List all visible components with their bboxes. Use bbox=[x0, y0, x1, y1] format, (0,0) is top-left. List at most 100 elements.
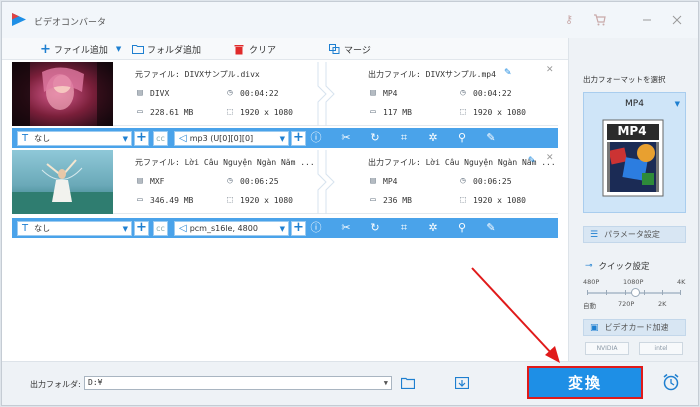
quality-slider-knob[interactable] bbox=[631, 288, 640, 297]
output-size: ▭ 236 MB bbox=[368, 195, 412, 205]
clock-icon: ◷ bbox=[227, 88, 233, 98]
folder-icon: ▭ bbox=[137, 107, 143, 117]
output-folder-field[interactable]: D:¥ ▼ bbox=[84, 376, 392, 390]
close-icon[interactable] bbox=[670, 13, 684, 27]
info-icon[interactable]: ⓘ bbox=[309, 221, 323, 235]
format-selector[interactable]: MP4 ▼ MP4 bbox=[583, 92, 686, 213]
cart-icon[interactable] bbox=[593, 13, 607, 27]
subtitle-select[interactable]: T なし ▼ bbox=[17, 131, 132, 146]
audio-track-select[interactable]: ◁ pcm_s16le, 4800 ▼ bbox=[174, 221, 289, 236]
source-duration: ◷ 00:04:22 bbox=[225, 88, 278, 98]
output-duration: ◷ 00:04:22 bbox=[458, 88, 511, 98]
effect-icon[interactable]: ✲ bbox=[426, 221, 440, 235]
add-audio-button[interactable]: + bbox=[291, 131, 306, 146]
chevron-down-icon: ▼ bbox=[279, 225, 285, 233]
edit-toolbar: T なし ▼ + cc ◁ mp3 (U[0][0][0] ▼ + ⓘ ✂ ↻ … bbox=[12, 128, 558, 148]
cut-icon[interactable]: ✂ bbox=[339, 131, 353, 145]
quality-label: 2K bbox=[658, 300, 667, 308]
quality-label: 1080P bbox=[623, 278, 644, 286]
edit-icon[interactable]: ✎ bbox=[484, 221, 498, 235]
watermark-icon[interactable]: ⚲ bbox=[455, 221, 469, 235]
folder-icon: ▭ bbox=[137, 195, 143, 205]
output-resolution: ⬚ 1920 x 1080 bbox=[458, 107, 526, 117]
app-logo-icon bbox=[12, 13, 26, 26]
quality-label: 720P bbox=[618, 300, 635, 308]
audio-track-select[interactable]: ◁ mp3 (U[0][0][0] ▼ bbox=[174, 131, 289, 146]
merge-output-icon[interactable] bbox=[455, 377, 469, 389]
clear-button[interactable]: クリア bbox=[234, 42, 276, 56]
list-item[interactable]: 元ファイル: DIVXサンプル.divx ▤ DIVX ◷ 00:04:22 ▭ 22… bbox=[12, 62, 558, 126]
clock-icon: ◷ bbox=[227, 176, 233, 186]
output-format: ▤ MP4 bbox=[368, 176, 397, 186]
quality-label: 自動 bbox=[583, 302, 596, 310]
output-folder-label: 出力フォルダ: bbox=[30, 380, 81, 389]
edit-icon[interactable]: ✎ bbox=[484, 131, 498, 145]
info-icon[interactable]: ⓘ bbox=[309, 131, 323, 145]
video-format-icon: ▤ bbox=[137, 176, 143, 186]
settings-icon: ☰ bbox=[590, 229, 599, 240]
quality-label: 480P bbox=[583, 278, 600, 286]
key-icon[interactable]: ⚷ bbox=[562, 13, 576, 27]
output-resolution: ⬚ 1920 x 1080 bbox=[458, 195, 526, 205]
add-file-button[interactable]: + ファイル追加 ▼ bbox=[40, 41, 121, 57]
cut-icon[interactable]: ✂ bbox=[339, 221, 353, 235]
add-subtitle-button[interactable]: + bbox=[134, 221, 149, 236]
edit-name-icon[interactable]: ✎ bbox=[528, 156, 536, 166]
resolution-icon: ⬚ bbox=[460, 107, 466, 117]
nvidia-badge[interactable]: NVIDIA bbox=[585, 342, 629, 355]
open-folder-icon[interactable] bbox=[401, 377, 415, 389]
arrow-separator-icon bbox=[317, 150, 335, 214]
remove-item-icon[interactable]: ✕ bbox=[546, 153, 554, 163]
remove-item-icon[interactable]: ✕ bbox=[546, 65, 554, 75]
source-format: ▤ DIVX bbox=[135, 88, 169, 98]
app-window: ビデオコンバータ ⚷ + ファイル追加 ▼ フォルダ追加 クリア マージ 元ファ… bbox=[1, 1, 699, 406]
intel-badge[interactable]: intel bbox=[639, 342, 683, 355]
gpu-acceleration-button[interactable]: ▣ ビデオカード加速 bbox=[583, 319, 686, 336]
quick-settings-label: ⊸ クイック設定 bbox=[585, 261, 650, 272]
convert-button[interactable]: 変換 bbox=[527, 366, 643, 399]
merge-button[interactable]: マージ bbox=[329, 42, 371, 56]
folder-icon: ▭ bbox=[370, 195, 376, 205]
rotate-icon[interactable]: ↻ bbox=[368, 131, 382, 145]
bottom-bar: 出力フォルダ: D:¥ ▼ 変換 bbox=[2, 361, 698, 405]
source-size: ▭ 346.49 MB bbox=[135, 195, 193, 205]
trash-icon bbox=[234, 44, 244, 54]
source-file-label: 元ファイル: DIVXサンプル.divx bbox=[135, 70, 260, 79]
add-folder-button[interactable]: フォルダ追加 bbox=[132, 42, 201, 56]
chevron-down-icon: ▼ bbox=[122, 135, 128, 143]
chevron-down-icon[interactable]: ▼ bbox=[384, 377, 388, 389]
rotate-icon[interactable]: ↻ bbox=[368, 221, 382, 235]
add-subtitle-button[interactable]: + bbox=[134, 131, 149, 146]
watermark-icon[interactable]: ⚲ bbox=[455, 131, 469, 145]
chevron-down-icon: ▼ bbox=[279, 135, 285, 143]
mp4-thumbnail-label: MP4 bbox=[617, 124, 647, 138]
app-title: ビデオコンバータ bbox=[34, 18, 107, 28]
select-format-title: 出力フォーマットを選択 bbox=[583, 75, 666, 84]
edit-name-icon[interactable]: ✎ bbox=[504, 68, 512, 78]
video-thumbnail[interactable] bbox=[12, 62, 113, 126]
resolution-icon: ⬚ bbox=[460, 195, 466, 205]
parameter-settings-button[interactable]: ☰ パラメータ設定 bbox=[583, 226, 686, 243]
source-format: ▤ MXF bbox=[135, 176, 164, 186]
slider-icon: ⊸ bbox=[585, 261, 593, 271]
subtitle-select[interactable]: T なし ▼ bbox=[17, 221, 132, 236]
effect-icon[interactable]: ✲ bbox=[426, 131, 440, 145]
list-item[interactable]: 元ファイル: Lời Câu Nguyện Ngàn Năm ... ▤ MXF … bbox=[12, 150, 558, 214]
toolbar: + ファイル追加 ▼ フォルダ追加 クリア マージ bbox=[2, 38, 568, 60]
add-audio-button[interactable]: + bbox=[291, 221, 306, 236]
cc-icon[interactable]: cc bbox=[153, 221, 168, 236]
cc-icon[interactable]: cc bbox=[153, 131, 168, 146]
output-format-panel: 出力フォーマットを選択 MP4 ▼ MP4 ☰ パラメータ設定 ⊸ クイック設定… bbox=[568, 38, 698, 361]
video-thumbnail[interactable] bbox=[12, 150, 113, 214]
alarm-clock-icon[interactable] bbox=[662, 373, 680, 391]
folder-icon bbox=[132, 45, 144, 54]
minimize-icon[interactable] bbox=[640, 13, 654, 27]
chevron-down-icon[interactable]: ▼ bbox=[116, 45, 121, 53]
crop-icon[interactable]: ⌗ bbox=[397, 131, 411, 145]
crop-icon[interactable]: ⌗ bbox=[397, 221, 411, 235]
video-format-icon: ▤ bbox=[370, 176, 376, 186]
clock-icon: ◷ bbox=[460, 88, 466, 98]
arrow-separator-icon bbox=[317, 62, 335, 126]
video-format-icon: ▤ bbox=[370, 88, 376, 98]
plus-icon: + bbox=[40, 41, 51, 57]
